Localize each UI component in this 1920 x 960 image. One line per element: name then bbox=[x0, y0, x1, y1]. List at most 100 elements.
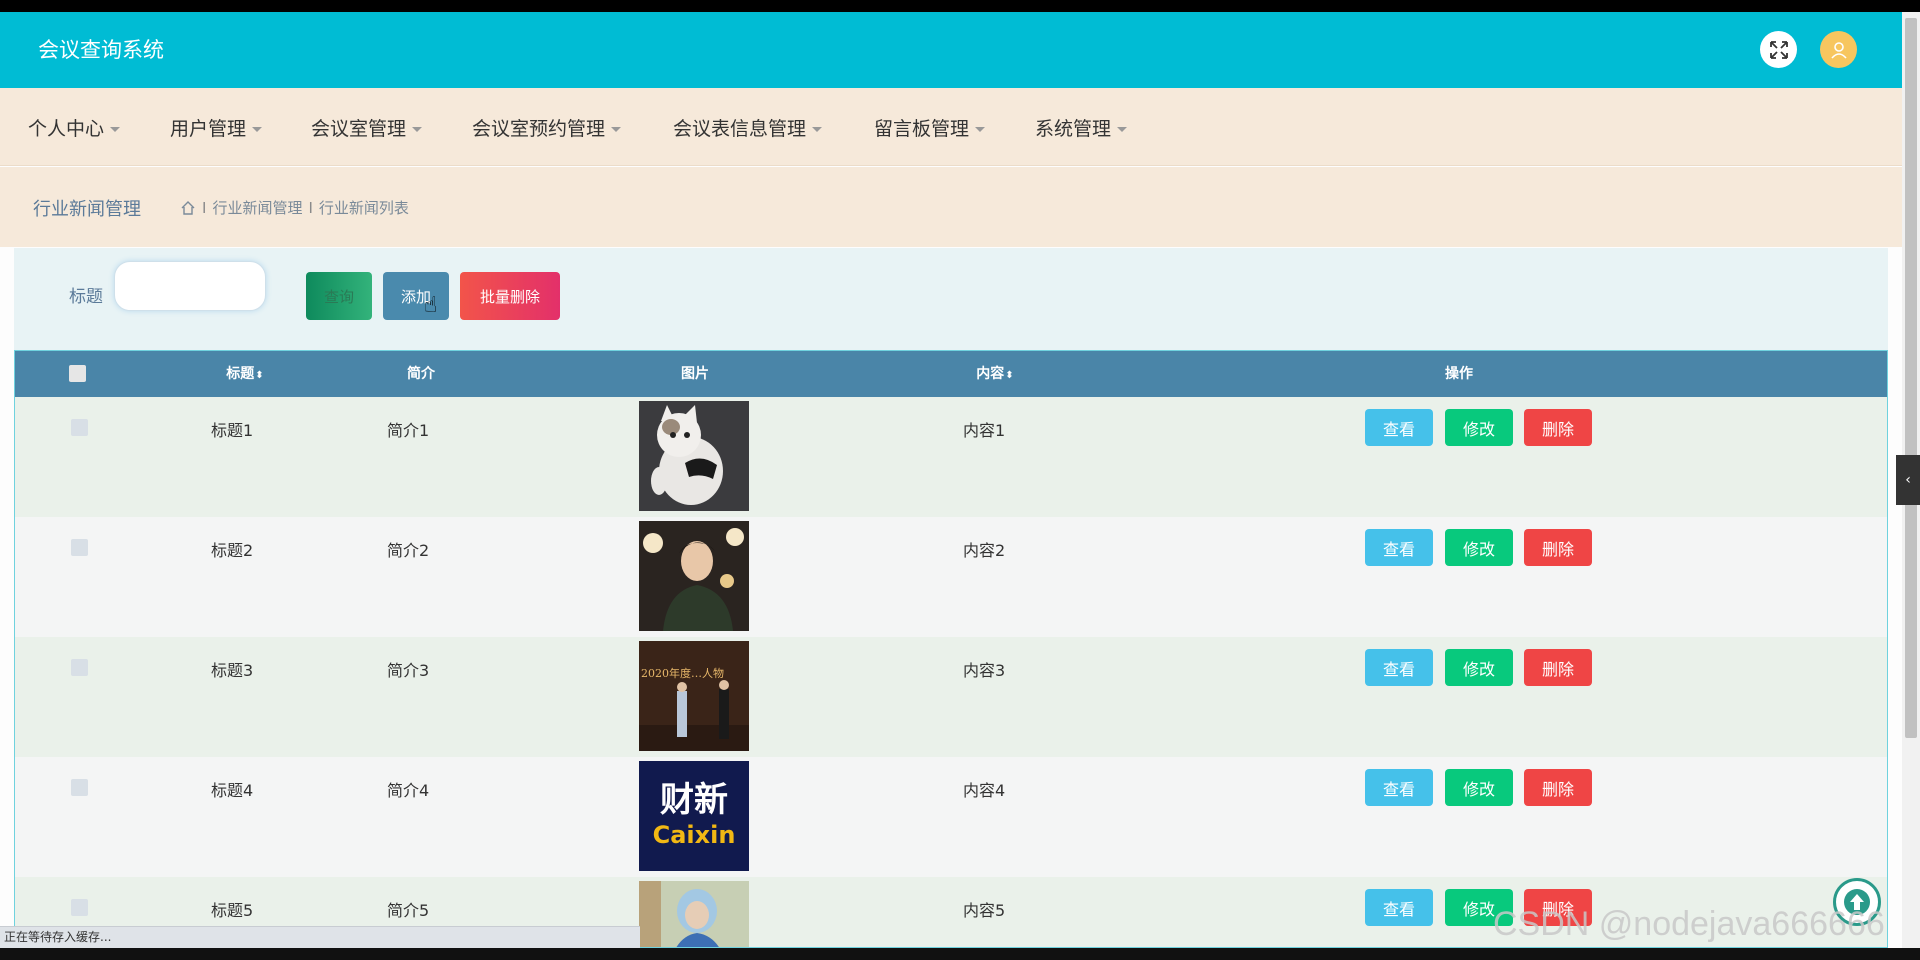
app-title: 会议查询系统 bbox=[38, 38, 164, 62]
nav-item-meeting-room-management[interactable]: 会议室管理 bbox=[311, 114, 423, 141]
breadcrumb-item: 行业新闻列表 bbox=[318, 199, 409, 217]
row-checkbox[interactable] bbox=[71, 899, 88, 916]
caret-down-icon bbox=[975, 127, 986, 132]
add-button[interactable]: 添加 bbox=[383, 272, 449, 320]
chevron-left-icon: ‹ bbox=[1905, 472, 1911, 488]
table-row: 标题4 简介4 财新 Caixin 内容4 查看 修改 删除 bbox=[15, 757, 1887, 877]
nav-label: 个人中心 bbox=[28, 118, 105, 140]
delete-button[interactable]: 删除 bbox=[1524, 409, 1592, 446]
browser-status-bar: 正在等待存入缓存... bbox=[0, 926, 640, 948]
nav-item-personal-center[interactable]: 个人中心 bbox=[28, 114, 121, 141]
view-button[interactable]: 查看 bbox=[1365, 769, 1433, 806]
user-icon bbox=[1830, 41, 1847, 59]
breadcrumb-bar: 行业新闻管理 I 行业新闻管理 I 行业新闻列表 bbox=[0, 167, 1902, 247]
row-title: 标题4 bbox=[211, 781, 254, 800]
nav-label: 用户管理 bbox=[170, 118, 247, 140]
batch-delete-button[interactable]: 批量删除 bbox=[460, 272, 560, 320]
row-title: 标题3 bbox=[211, 661, 254, 680]
row-intro: 简介3 bbox=[387, 661, 430, 680]
breadcrumb: I 行业新闻管理 I 行业新闻列表 bbox=[180, 197, 409, 218]
taskbar-strip bbox=[0, 948, 1920, 960]
table-row: 标题1 简介1 内容1 查看 修改 删除 bbox=[15, 397, 1887, 517]
caixin-chinese-text: 财新 bbox=[660, 780, 728, 820]
nav-item-meeting-info-management[interactable]: 会议表信息管理 bbox=[673, 114, 823, 141]
row-content: 内容5 bbox=[963, 901, 1006, 920]
row-checkbox[interactable] bbox=[71, 779, 88, 796]
view-button[interactable]: 查看 bbox=[1365, 529, 1433, 566]
medical-worker-photo[interactable] bbox=[639, 881, 749, 947]
news-table: 标题⬍ 简介 图片 内容⬍ 操作 标题1 简介1 内容1 查看 修改 删除 标题… bbox=[14, 350, 1888, 948]
user-avatar-button[interactable] bbox=[1820, 31, 1857, 68]
delete-button[interactable]: 删除 bbox=[1524, 769, 1592, 806]
row-checkbox[interactable] bbox=[71, 659, 88, 676]
row-content: 内容4 bbox=[963, 781, 1006, 800]
edit-button[interactable]: 修改 bbox=[1445, 409, 1513, 446]
sort-icon: ⬍ bbox=[1005, 370, 1014, 381]
row-intro: 简介5 bbox=[387, 901, 430, 920]
page-title: 行业新闻管理 bbox=[33, 199, 141, 220]
column-header-intro: 简介 bbox=[407, 366, 435, 382]
main-content: 标题 查询 添加 批量删除 ☝ 标题⬍ 简介 图片 内容⬍ 操作 标题1 简介1 bbox=[14, 248, 1888, 948]
top-bar: 会议查询系统 bbox=[0, 12, 1902, 88]
hand-cursor-icon: ☝ bbox=[424, 293, 438, 318]
expand-icon bbox=[1769, 40, 1788, 59]
edit-button[interactable]: 修改 bbox=[1445, 529, 1513, 566]
nav-label: 会议室预约管理 bbox=[472, 118, 606, 140]
csdn-watermark: CSDN @nodejava666666 bbox=[1493, 905, 1885, 943]
fullscreen-button[interactable] bbox=[1760, 31, 1797, 68]
row-intro: 简介2 bbox=[387, 541, 430, 560]
row-content: 内容3 bbox=[963, 661, 1006, 680]
row-title: 标题2 bbox=[211, 541, 254, 560]
page-scrollbar-thumb[interactable] bbox=[1905, 18, 1917, 738]
breadcrumb-separator: I bbox=[308, 198, 313, 217]
sort-icon: ⬍ bbox=[255, 370, 264, 381]
delete-button[interactable]: 删除 bbox=[1524, 529, 1592, 566]
breadcrumb-separator: I bbox=[202, 198, 207, 217]
delete-button[interactable]: 删除 bbox=[1524, 649, 1592, 686]
stage-banner-text: 2020年度…人物 bbox=[641, 666, 724, 680]
row-intro: 简介4 bbox=[387, 781, 430, 800]
nav-item-user-management[interactable]: 用户管理 bbox=[170, 114, 263, 141]
caret-down-icon bbox=[110, 127, 121, 132]
caixin-logo[interactable]: 财新 Caixin bbox=[639, 761, 749, 871]
table-row: 标题3 简介3 2020年度…人物 内容3 查看 修改 删除 bbox=[15, 637, 1887, 757]
person-portrait-photo[interactable] bbox=[639, 521, 749, 631]
nav-item-message-board-management[interactable]: 留言板管理 bbox=[874, 114, 986, 141]
caret-down-icon bbox=[412, 127, 423, 132]
search-button[interactable]: 查询 bbox=[306, 272, 372, 320]
row-checkbox[interactable] bbox=[71, 419, 88, 436]
row-intro: 简介1 bbox=[387, 421, 430, 440]
home-icon[interactable] bbox=[180, 200, 196, 216]
nav-label: 留言板管理 bbox=[874, 118, 970, 140]
edit-button[interactable]: 修改 bbox=[1445, 649, 1513, 686]
row-title: 标题5 bbox=[211, 901, 254, 920]
side-panel-toggle[interactable]: ‹ bbox=[1896, 455, 1920, 505]
search-title-label: 标题 bbox=[69, 287, 103, 307]
row-title: 标题1 bbox=[211, 421, 254, 440]
table-row: 标题2 简介2 内容2 查看 修改 删除 bbox=[15, 517, 1887, 637]
caret-down-icon bbox=[1117, 127, 1128, 132]
row-content: 内容2 bbox=[963, 541, 1006, 560]
column-header-title[interactable]: 标题⬍ bbox=[205, 351, 285, 397]
breadcrumb-item[interactable]: 行业新闻管理 bbox=[212, 197, 302, 218]
view-button[interactable]: 查看 bbox=[1365, 889, 1433, 926]
nav-item-reservation-management[interactable]: 会议室预约管理 bbox=[472, 114, 622, 141]
nav-label: 会议表信息管理 bbox=[673, 118, 807, 140]
event-stage-photo[interactable]: 2020年度…人物 bbox=[639, 641, 749, 751]
edit-button[interactable]: 修改 bbox=[1445, 769, 1513, 806]
column-header-actions: 操作 bbox=[1445, 366, 1473, 382]
column-content-label: 内容 bbox=[976, 366, 1005, 382]
row-checkbox[interactable] bbox=[71, 539, 88, 556]
nav-item-system-management[interactable]: 系统管理 bbox=[1035, 114, 1128, 141]
caixin-english-text: Caixin bbox=[653, 821, 736, 849]
select-all-checkbox[interactable] bbox=[69, 365, 86, 382]
column-header-image: 图片 bbox=[681, 366, 709, 382]
nav-label: 系统管理 bbox=[1035, 118, 1112, 140]
view-button[interactable]: 查看 bbox=[1365, 409, 1433, 446]
cat-photo[interactable] bbox=[639, 401, 749, 511]
table-header: 标题⬍ 简介 图片 内容⬍ 操作 bbox=[15, 351, 1887, 397]
view-button[interactable]: 查看 bbox=[1365, 649, 1433, 686]
column-title-label: 标题 bbox=[226, 366, 255, 382]
column-header-content[interactable]: 内容⬍ bbox=[955, 351, 1035, 397]
title-search-input[interactable] bbox=[114, 261, 266, 311]
